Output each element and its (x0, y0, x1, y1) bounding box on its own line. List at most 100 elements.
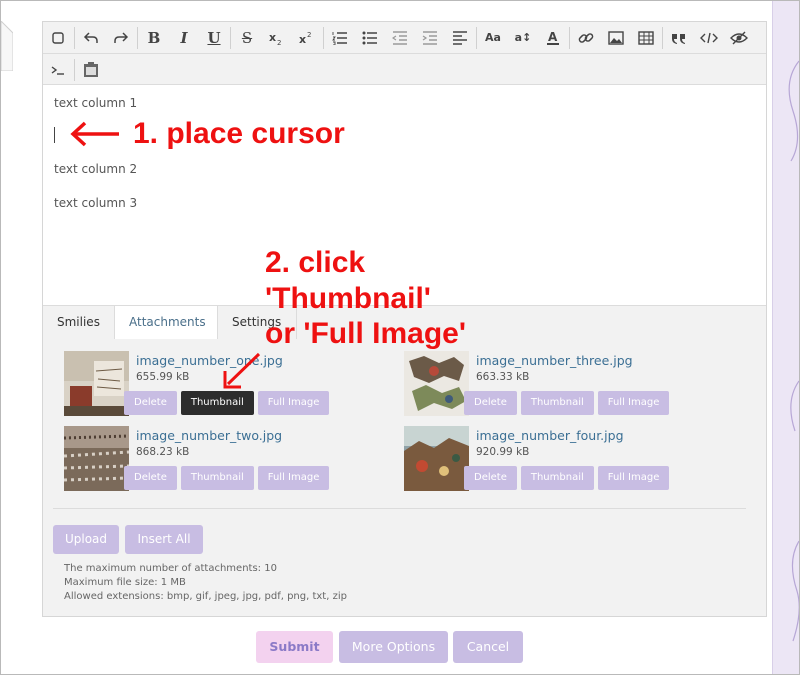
delete-button[interactable]: Delete (464, 391, 517, 415)
text-color-icon: A (547, 30, 559, 45)
text-color-button[interactable]: A (538, 23, 568, 53)
image-icon (608, 30, 624, 45)
subscript-button[interactable]: x2 (262, 23, 292, 53)
text-cursor (54, 127, 55, 143)
form-actions: Submit More Options Cancel (1, 631, 799, 663)
annotation-step-1: 1. place cursor (133, 117, 345, 150)
editor-toolbar: B I U S x2 x2 Aa a↕ A (43, 22, 766, 85)
quote-button[interactable] (664, 23, 694, 53)
max-filesize-note: Maximum file size: 1 MB (64, 577, 186, 588)
clipboard-icon (84, 61, 98, 77)
ordered-list-button[interactable] (325, 23, 355, 53)
superscript-button[interactable]: x2 (292, 23, 322, 53)
submit-button[interactable]: Submit (256, 631, 333, 663)
attachment-item: image_number_two.jpg 868.23 kB Delete Th… (64, 426, 364, 494)
ordered-list-icon (332, 31, 347, 45)
redo-button[interactable] (106, 23, 136, 53)
content-line-2: text column 2 (54, 162, 138, 176)
attachment-thumbnail (64, 426, 129, 491)
full-image-button[interactable]: Full Image (257, 391, 330, 415)
italic-button[interactable]: I (169, 23, 199, 53)
attachment-filesize: 655.99 kB (136, 371, 190, 383)
svg-text:A: A (548, 30, 558, 44)
superscript-icon: x2 (299, 31, 311, 46)
table-button[interactable] (631, 23, 661, 53)
eye-slash-icon (730, 31, 748, 44)
strikethrough-icon: S (241, 28, 253, 47)
bold-icon: B (147, 28, 161, 47)
annotation-arrow-down-left-icon (223, 352, 261, 389)
undo-button[interactable] (76, 23, 106, 53)
svg-text:2: 2 (277, 39, 281, 46)
table-icon (638, 30, 654, 45)
indent-icon (422, 30, 437, 45)
background-decoration (772, 1, 799, 674)
thumbnail-button[interactable]: Thumbnail (180, 391, 254, 415)
full-image-button[interactable]: Full Image (597, 466, 670, 490)
underline-icon: U (207, 28, 221, 47)
image-button[interactable] (601, 23, 631, 53)
strikethrough-button[interactable]: S (232, 23, 262, 53)
panel-divider (53, 508, 746, 509)
attachment-filesize: 663.33 kB (476, 371, 530, 383)
checkbox-icon (52, 31, 64, 44)
svg-text:x: x (269, 31, 276, 44)
cancel-button[interactable]: Cancel (453, 631, 523, 663)
thumbnail-button[interactable]: Thumbnail (180, 466, 254, 490)
attachment-actions: Delete Thumbnail Full Image (124, 466, 330, 490)
outdent-button[interactable] (385, 23, 415, 53)
align-left-icon (453, 30, 467, 45)
redo-icon (114, 31, 129, 43)
quote-icon (672, 33, 685, 44)
delete-button[interactable]: Delete (124, 391, 177, 415)
full-image-button[interactable]: Full Image (597, 391, 670, 415)
undo-icon (83, 31, 98, 43)
annotation-step-2-line-1: 2. click (265, 246, 366, 279)
toolbar-separator (137, 26, 138, 49)
bold-button[interactable]: B (139, 23, 169, 53)
link-button[interactable] (571, 23, 601, 53)
attachment-actions: Delete Thumbnail Full Image (464, 391, 670, 415)
more-options-button[interactable]: More Options (339, 631, 448, 663)
delete-button[interactable]: Delete (464, 466, 517, 490)
attachment-filename[interactable]: image_number_two.jpg (136, 428, 282, 443)
spoiler-button[interactable] (724, 23, 754, 53)
align-button[interactable] (445, 23, 475, 53)
attachment-filename[interactable]: image_number_four.jpg (476, 428, 624, 443)
svg-text:2: 2 (307, 31, 311, 39)
tab-smilies[interactable]: Smilies (43, 306, 115, 339)
toolbar-separator (323, 26, 324, 49)
font-size-button[interactable]: Aa (478, 23, 508, 53)
font-size-icon: Aa (485, 31, 501, 44)
unordered-list-button[interactable] (355, 23, 385, 53)
attachment-thumbnail (64, 351, 129, 416)
attachment-actions: Delete Thumbnail Full Image (124, 391, 330, 415)
line-height-button[interactable]: a↕ (508, 23, 538, 53)
code-button[interactable] (694, 23, 724, 53)
line-height-icon: a↕ (514, 31, 532, 44)
attachment-item: image_number_three.jpg 663.33 kB Delete … (404, 351, 704, 419)
annotation-step-2-line-3: or 'Full Image' (265, 317, 466, 350)
terminal-button[interactable] (43, 55, 73, 85)
attachment-item: image_number_four.jpg 920.99 kB Delete T… (404, 426, 704, 494)
toolbar-separator (74, 26, 75, 49)
upload-button[interactable]: Upload (53, 525, 119, 554)
panel-notch-decoration (1, 21, 13, 71)
toolbar-separator (569, 26, 570, 49)
content-line-1: text column 1 (54, 96, 138, 110)
template-button[interactable] (76, 55, 106, 85)
tab-attachments[interactable]: Attachments (115, 306, 218, 340)
underline-button[interactable]: U (199, 23, 229, 53)
source-toggle-button[interactable] (43, 23, 73, 53)
terminal-icon (51, 65, 64, 75)
full-image-button[interactable]: Full Image (257, 466, 330, 490)
insert-all-button[interactable]: Insert All (125, 525, 203, 554)
attachment-item: image_number_one.jpg 655.99 kB Delete Th… (64, 351, 364, 419)
unordered-list-icon (362, 31, 377, 44)
thumbnail-button[interactable]: Thumbnail (520, 466, 594, 490)
content-line-3: text column 3 (54, 196, 138, 210)
thumbnail-button[interactable]: Thumbnail (520, 391, 594, 415)
indent-button[interactable] (415, 23, 445, 53)
delete-button[interactable]: Delete (124, 466, 177, 490)
attachment-filename[interactable]: image_number_three.jpg (476, 353, 633, 368)
